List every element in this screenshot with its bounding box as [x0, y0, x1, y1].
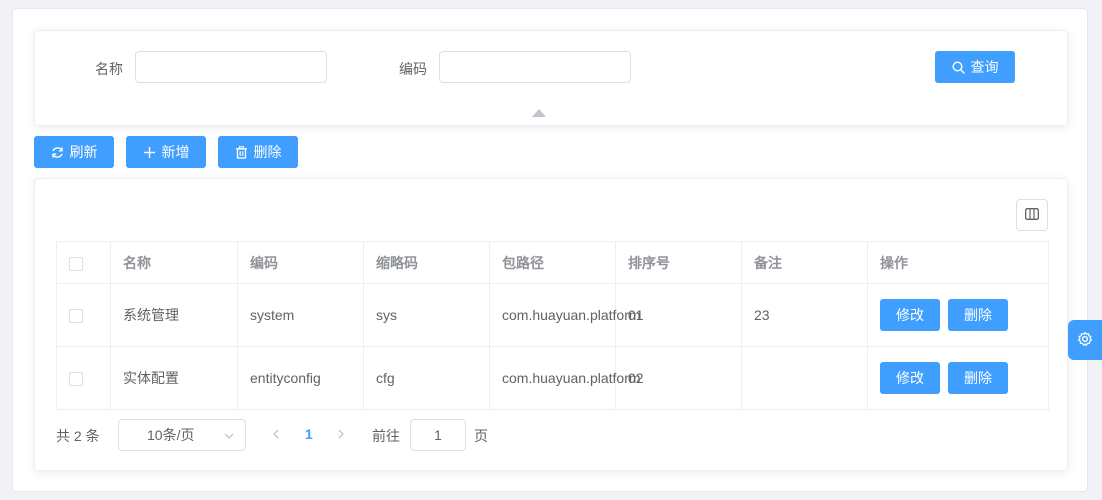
- data-table: 名称 编码 缩略码 包路径 排序号 备注 操作 系统管理 system sys …: [56, 241, 1049, 410]
- pagination: 共 2 条 10条/页 1 前往 页: [56, 419, 1048, 451]
- settings-drawer-button[interactable]: [1068, 320, 1102, 360]
- cell-sort: 01: [615, 283, 742, 347]
- column-header-remark[interactable]: 备注: [741, 241, 868, 284]
- row-select-cell: [56, 346, 111, 410]
- table-header-row: 名称 编码 缩略码 包路径 排序号 备注 操作: [56, 241, 1049, 284]
- goto-page-input[interactable]: [410, 419, 466, 451]
- code-label: 编码: [399, 61, 427, 77]
- table-row[interactable]: 实体配置 entityconfig cfg com.huayuan.platfo…: [56, 346, 1049, 410]
- cell-abbr: cfg: [363, 346, 490, 410]
- column-header-path[interactable]: 包路径: [489, 241, 616, 284]
- cell-sort: 02: [615, 346, 742, 410]
- search-icon: [951, 60, 965, 74]
- plus-icon: [143, 146, 156, 159]
- page-container: 名称 编码 查询 刷新 新增 删除 名称 编码 缩略码 包路径 排序号 备注 操…: [12, 8, 1088, 492]
- column-header-actions: 操作: [867, 241, 1049, 284]
- select-all-checkbox[interactable]: [69, 256, 83, 271]
- cell-actions: 修改 删除: [867, 346, 1049, 410]
- column-header-abbr[interactable]: 缩略码: [363, 241, 490, 284]
- page-size-select[interactable]: 10条/页: [118, 419, 246, 451]
- delete-button-label: 删除: [253, 144, 282, 160]
- add-button-label: 新增: [161, 144, 190, 160]
- prev-page-icon[interactable]: [270, 427, 282, 444]
- cell-remark: 23: [741, 283, 868, 347]
- delete-button[interactable]: 删除: [218, 136, 298, 168]
- query-button[interactable]: 查询: [935, 51, 1015, 83]
- page-number-current[interactable]: 1: [305, 426, 313, 442]
- search-form: 名称 编码 查询: [34, 30, 1068, 126]
- page-size-value: 10条/页: [147, 427, 195, 443]
- cell-path: com.huayuan.platform: [489, 346, 641, 410]
- code-input[interactable]: [439, 51, 631, 83]
- next-page-icon[interactable]: [335, 427, 347, 444]
- column-header-code[interactable]: 编码: [237, 241, 364, 284]
- cell-code: entityconfig: [237, 346, 364, 410]
- column-header-sort[interactable]: 排序号: [615, 241, 742, 284]
- name-label: 名称: [95, 61, 123, 77]
- trash-icon: [235, 145, 248, 159]
- cell-path: com.huayuan.platform: [489, 283, 641, 347]
- row-checkbox[interactable]: [69, 309, 83, 324]
- row-checkbox[interactable]: [69, 372, 83, 387]
- row-delete-button[interactable]: 删除: [948, 362, 1008, 394]
- refresh-button[interactable]: 刷新: [34, 136, 114, 168]
- edit-button[interactable]: 修改: [880, 299, 940, 331]
- cell-code: system: [237, 283, 364, 347]
- column-header-name[interactable]: 名称: [110, 241, 238, 284]
- pagination-total: 共 2 条: [56, 428, 100, 444]
- gear-icon: [1077, 331, 1093, 350]
- columns-icon: [1025, 207, 1039, 223]
- table-panel: 名称 编码 缩略码 包路径 排序号 备注 操作 系统管理 system sys …: [34, 178, 1068, 471]
- collapse-arrow-icon[interactable]: [532, 109, 546, 117]
- row-select-cell: [56, 283, 111, 347]
- cell-actions: 修改 删除: [867, 283, 1049, 347]
- column-settings-button[interactable]: [1016, 199, 1048, 231]
- goto-label: 前往: [372, 428, 400, 444]
- query-button-label: 查询: [970, 59, 999, 75]
- select-all-cell: [56, 241, 111, 284]
- row-delete-button[interactable]: 删除: [948, 299, 1008, 331]
- cell-remark: [741, 346, 868, 410]
- cell-abbr: sys: [363, 283, 490, 347]
- cell-name: 系统管理: [110, 283, 238, 347]
- add-button[interactable]: 新增: [126, 136, 206, 168]
- edit-button[interactable]: 修改: [880, 362, 940, 394]
- refresh-icon: [51, 146, 64, 159]
- table-row[interactable]: 系统管理 system sys com.huayuan.platform 01 …: [56, 283, 1049, 347]
- cell-name: 实体配置: [110, 346, 238, 410]
- name-input[interactable]: [135, 51, 327, 83]
- chevron-down-icon: [223, 429, 235, 445]
- refresh-button-label: 刷新: [69, 144, 98, 160]
- page-suffix-label: 页: [474, 428, 488, 444]
